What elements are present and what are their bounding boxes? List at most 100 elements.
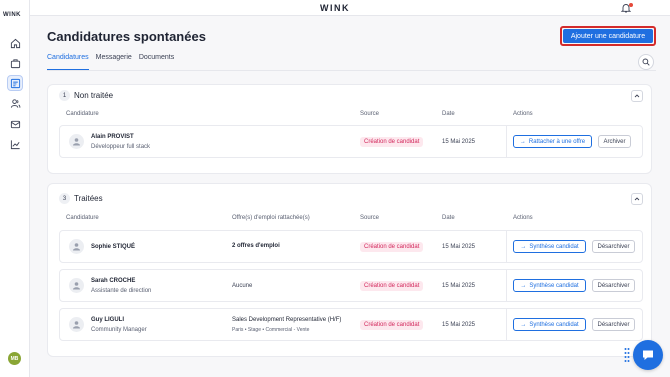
source-badge: Création de candidat xyxy=(360,137,424,147)
table-row: Guy LIGULI Community Manager Sales Devel… xyxy=(59,308,643,341)
unarchive-button[interactable]: Désarchiver xyxy=(592,318,635,331)
mail-icon xyxy=(10,120,20,128)
candidate-summary-label: Synthèse candidat xyxy=(529,282,579,289)
arrow-right-icon: → xyxy=(520,243,527,250)
candidate-role: Community Manager xyxy=(91,327,147,333)
attach-offer-label: Rattacher à une offre xyxy=(528,138,586,145)
tab-candidatures[interactable]: Candidatures xyxy=(47,54,89,70)
chat-button[interactable] xyxy=(633,340,663,370)
sidebar-item-analytics[interactable] xyxy=(7,136,23,152)
chevron-up-icon xyxy=(634,197,640,201)
section-untreated: 1 Non traitée Candidature Source Date Ac… xyxy=(47,84,652,174)
person-icon xyxy=(73,138,80,146)
candidate-summary-label: Synthèse candidat xyxy=(529,243,579,250)
users-icon xyxy=(10,98,20,108)
column-header-date: Date xyxy=(442,215,455,221)
offer-cell[interactable]: 2 offres d'emploi xyxy=(232,243,280,249)
row-divider xyxy=(506,270,507,301)
table-row: Sophie STIQUÉ 2 offres d'emploi Création… xyxy=(59,230,643,263)
search-icon xyxy=(642,58,650,66)
table-row: Sarah CROCHE Assistante de direction Auc… xyxy=(59,269,643,302)
attach-offer-button[interactable]: → Rattacher à une offre xyxy=(513,135,592,148)
chat-icon xyxy=(643,350,653,360)
tab-documents[interactable]: Documents xyxy=(139,54,174,70)
top-bar: WINK xyxy=(30,0,670,16)
date-cell: 15 Mai 2025 xyxy=(442,139,476,145)
offer-cell: Aucune xyxy=(232,283,253,289)
treated-title: Traitées xyxy=(74,194,103,203)
offer-details: Paris • Stage • Commercial - Vente xyxy=(232,327,310,333)
candidate-summary-button[interactable]: → Synthèse candidat xyxy=(513,318,586,331)
chart-icon xyxy=(10,139,20,149)
tabs: Candidatures Messagerie Documents xyxy=(47,54,181,70)
candidate-summary-button[interactable]: → Synthèse candidat xyxy=(513,240,586,253)
sidebar: WINK MB xyxy=(0,0,30,377)
untreated-count: 1 xyxy=(59,90,70,101)
search-button[interactable] xyxy=(638,54,654,70)
section-treated: 3 Traitées Candidature Offre(s) d'emploi… xyxy=(47,183,652,357)
candidate-name[interactable]: Sophie STIQUÉ xyxy=(91,244,135,250)
avatar xyxy=(69,239,84,254)
column-header-candidate: Candidature xyxy=(66,215,99,221)
date-cell: 15 Mai 2025 xyxy=(442,322,476,328)
row-divider xyxy=(506,309,507,340)
column-header-actions: Actions xyxy=(513,215,533,221)
tabs-divider xyxy=(47,70,656,71)
row-divider xyxy=(506,126,507,157)
sidebar-item-applications[interactable] xyxy=(7,75,23,91)
column-header-actions: Actions xyxy=(513,111,533,117)
app-logo: WINK xyxy=(320,3,350,13)
candidate-name[interactable]: Alain PROVIST xyxy=(91,134,134,140)
column-header-date: Date xyxy=(442,111,455,117)
candidate-role: Assistante de direction xyxy=(91,288,152,294)
avatar xyxy=(69,278,84,293)
person-icon xyxy=(73,282,80,290)
untreated-title: Non traitée xyxy=(74,91,114,100)
unarchive-button[interactable]: Désarchiver xyxy=(592,240,635,253)
offer-cell[interactable]: Sales Development Representative (H/F) xyxy=(232,317,341,323)
archive-button[interactable]: Archiver xyxy=(598,135,631,148)
arrow-right-icon: → xyxy=(520,321,527,328)
candidate-name[interactable]: Guy LIGULI xyxy=(91,317,124,323)
page-title: Candidatures spontanées xyxy=(47,29,206,44)
source-badge: Création de candidat xyxy=(360,281,424,291)
column-header-source: Source xyxy=(360,215,380,221)
date-cell: 15 Mai 2025 xyxy=(442,283,476,289)
source-badge: Création de candidat xyxy=(360,242,424,252)
add-application-label: Ajouter une candidature xyxy=(563,29,653,43)
sidebar-item-messages[interactable] xyxy=(7,116,23,132)
sidebar-item-users[interactable] xyxy=(7,95,23,111)
candidate-summary-button[interactable]: → Synthèse candidat xyxy=(513,279,586,292)
avatar xyxy=(69,317,84,332)
tab-messagerie[interactable]: Messagerie xyxy=(96,54,132,70)
home-icon xyxy=(10,38,20,48)
person-icon xyxy=(73,321,80,329)
column-header-offers: Offre(s) d'emploi rattachée(s) xyxy=(232,215,310,221)
row-divider xyxy=(506,231,507,262)
date-cell: 15 Mai 2025 xyxy=(442,244,476,250)
arrow-right-icon: → xyxy=(519,138,526,145)
sidebar-item-jobs[interactable] xyxy=(7,55,23,71)
candidate-role: Développeur full stack xyxy=(91,144,151,150)
notification-dot xyxy=(629,3,633,7)
drag-handle-icon[interactable] xyxy=(624,347,630,363)
avatar xyxy=(69,134,84,149)
sidebar-logo: WINK xyxy=(3,12,21,18)
treated-count: 3 xyxy=(59,193,70,204)
candidate-summary-label: Synthèse candidat xyxy=(529,321,579,328)
add-application-button[interactable]: Ajouter une candidature xyxy=(560,26,656,46)
unarchive-button[interactable]: Désarchiver xyxy=(592,279,635,292)
column-header-candidate: Candidature xyxy=(66,111,99,117)
user-avatar[interactable]: MB xyxy=(8,352,21,365)
arrow-right-icon: → xyxy=(520,282,527,289)
briefcase-icon xyxy=(10,58,20,68)
person-icon xyxy=(73,243,80,251)
candidate-name[interactable]: Sarah CROCHE xyxy=(91,278,135,284)
collapse-untreated-button[interactable] xyxy=(631,90,643,102)
table-row: Alain PROVIST Développeur full stack Cré… xyxy=(59,125,643,158)
source-badge: Création de candidat xyxy=(360,320,424,330)
chevron-up-icon xyxy=(634,94,640,98)
sidebar-item-home[interactable] xyxy=(7,35,23,51)
collapse-treated-button[interactable] xyxy=(631,193,643,205)
applications-icon xyxy=(10,78,20,88)
